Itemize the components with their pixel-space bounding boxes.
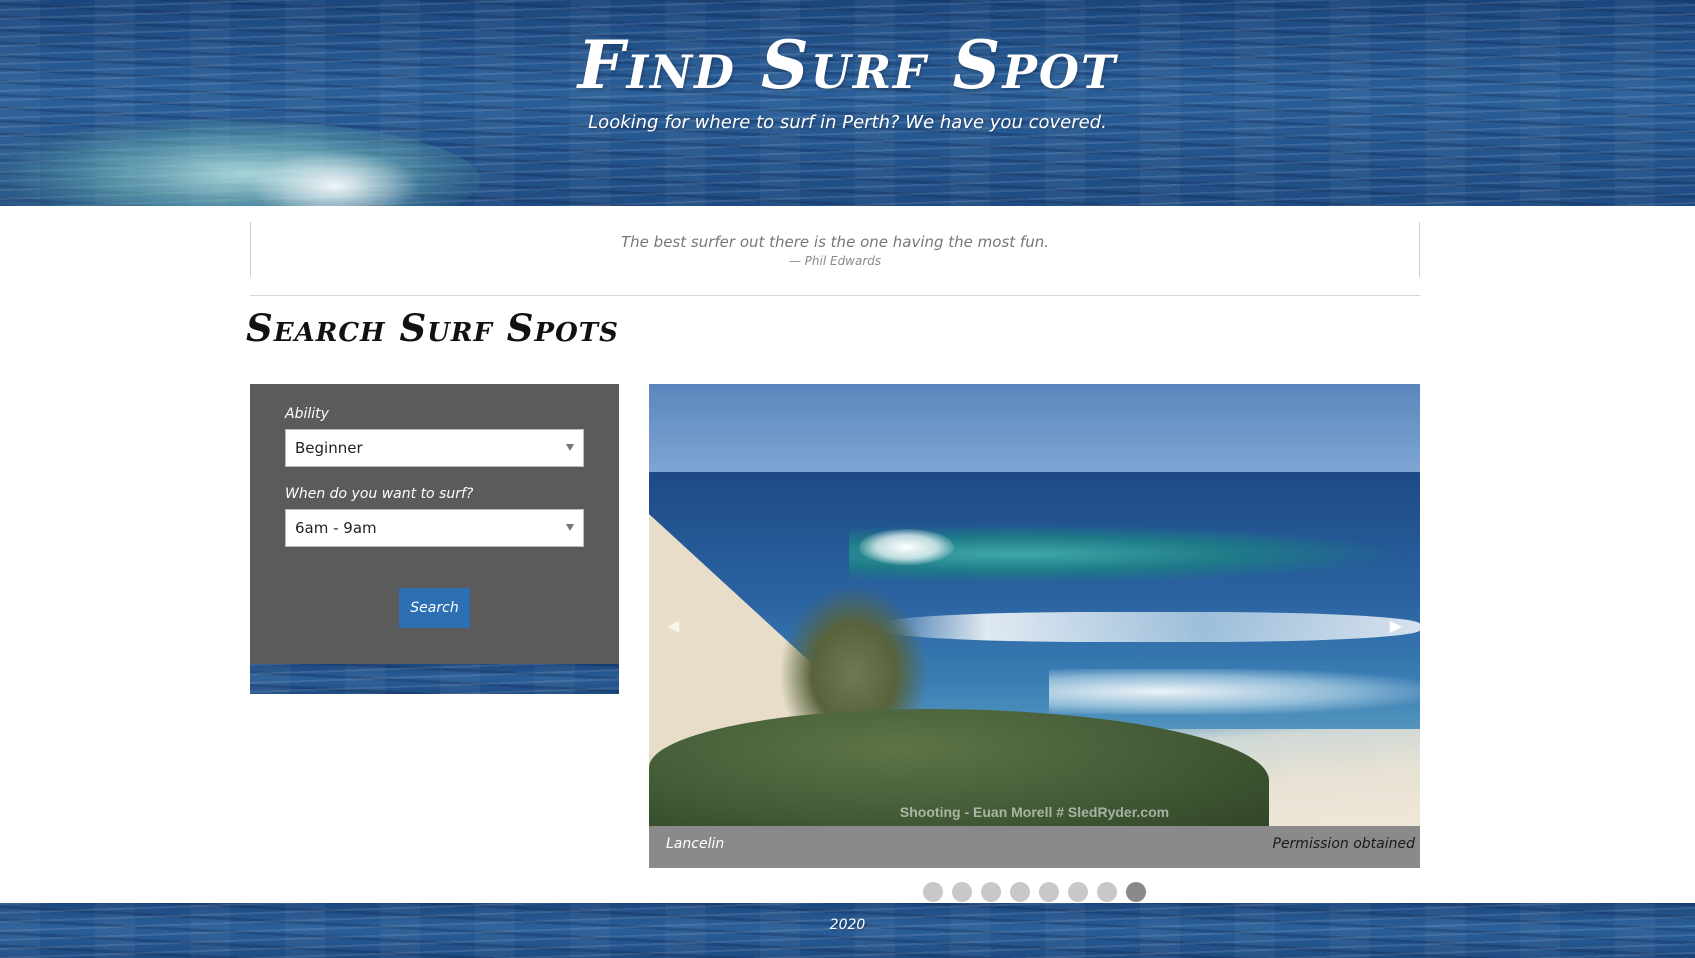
carousel-dot[interactable] [1097,882,1117,902]
ability-select-value: Beginner [295,439,363,457]
carousel-dot[interactable] [981,882,1001,902]
quote-text: The best surfer out there is the one hav… [621,233,1049,251]
carousel-dot[interactable] [952,882,972,902]
carousel-dot[interactable] [1039,882,1059,902]
time-select-value: 6am - 9am [295,519,377,537]
carousel-dot[interactable] [923,882,943,902]
slide-foam [1049,669,1420,714]
section-title: Search Surf Spots [246,306,619,350]
carousel-slide-image: Shooting - Euan Morell # SledRyder.com [649,384,1420,826]
carousel-prev-icon[interactable]: ◀ [667,616,679,635]
chevron-down-icon [566,444,574,451]
site-subtitle: Looking for where to surf in Perth? We h… [588,112,1107,133]
image-watermark: Shooting - Euan Morell # SledRyder.com [899,804,1170,820]
carousel-dot[interactable] [1010,882,1030,902]
site-header: Find Surf Spot Looking for where to surf… [0,0,1695,206]
carousel-caption: Lancelin [666,836,725,852]
image-carousel: Shooting - Euan Morell # SledRyder.com ◀… [649,384,1420,868]
site-footer: 2020 [0,903,1695,958]
section-divider [250,295,1420,296]
site-title: Find Surf Spot [577,26,1118,104]
quote-block: The best surfer out there is the one hav… [250,222,1420,277]
wave-spray-decoration [250,150,420,206]
carousel-dot[interactable] [1068,882,1088,902]
ability-select[interactable]: Beginner [285,429,584,467]
carousel-credit: Permission obtained [1272,836,1416,852]
carousel-caption-bar: Lancelin Permission obtained [649,826,1420,868]
quote-author: — Phil Edwards [788,254,882,268]
time-select[interactable]: 6am - 9am [285,509,584,547]
panel-ocean-strip [250,664,619,694]
search-form: Ability Beginner When do you want to sur… [250,384,619,664]
time-label: When do you want to surf? [285,486,474,502]
chevron-down-icon [566,524,574,531]
carousel-dots [923,882,1146,902]
ability-label: Ability [285,406,329,422]
search-button[interactable]: Search [399,588,470,628]
carousel-dot[interactable] [1126,882,1146,902]
slide-sky [649,384,1420,472]
carousel-next-icon[interactable]: ▶ [1390,616,1402,635]
footer-year: 2020 [829,917,866,933]
